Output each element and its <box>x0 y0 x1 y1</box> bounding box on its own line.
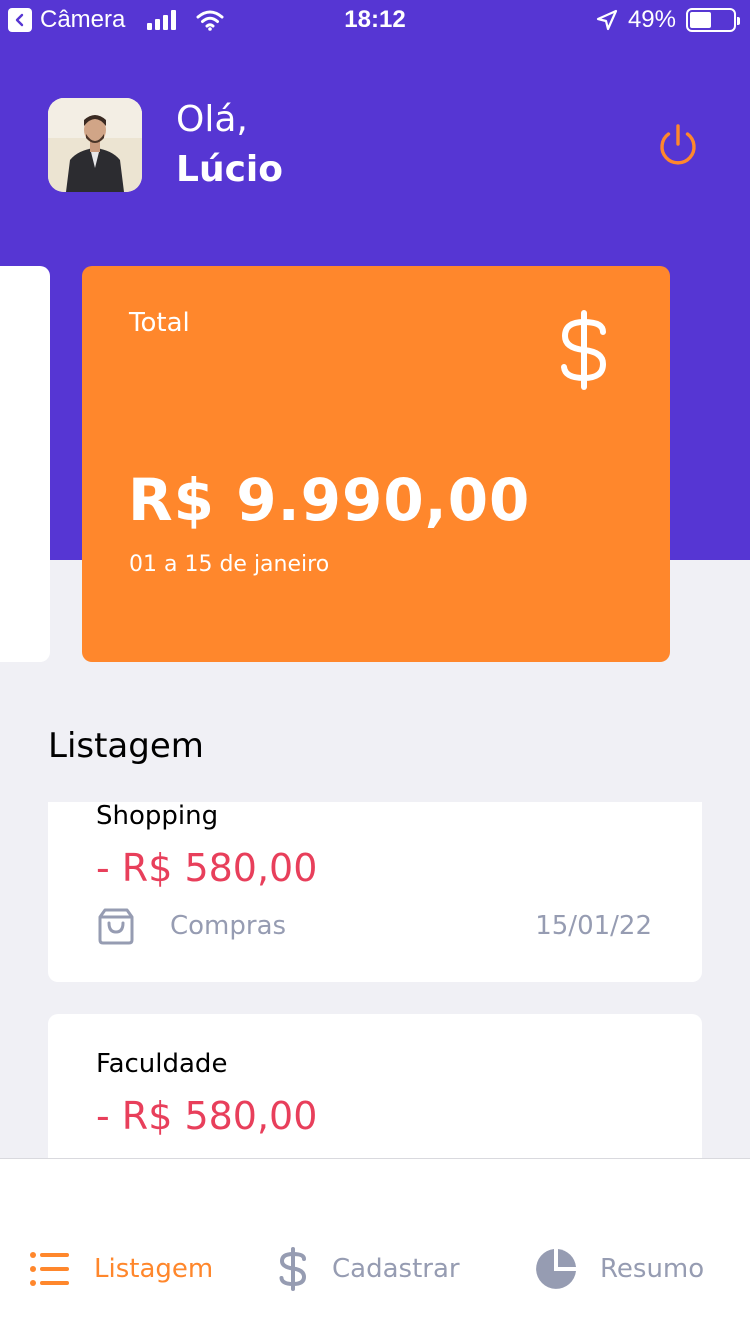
listing-title: Listagem <box>48 726 204 766</box>
battery-percent: 49% <box>627 6 676 33</box>
location-arrow-icon <box>596 9 618 31</box>
user-name: Lúcio <box>176 149 283 190</box>
dollar-sign-icon <box>561 310 607 390</box>
battery-icon <box>686 8 740 32</box>
transaction-title: Shopping <box>96 802 219 831</box>
tab-resumo[interactable]: Resumo <box>534 1247 704 1291</box>
dollar-sign-icon <box>279 1247 307 1291</box>
transaction-category: Compras <box>170 911 287 941</box>
tab-cadastrar[interactable]: Cadastrar <box>276 1247 460 1291</box>
tab-label: Listagem <box>94 1254 214 1284</box>
bottom-tab-bar: Listagem Cadastrar Resumo <box>0 1158 750 1334</box>
list-icon <box>30 1252 69 1286</box>
tab-label: Resumo <box>600 1254 705 1284</box>
tab-listagem[interactable]: Listagem <box>28 1247 213 1291</box>
user-photo <box>48 98 142 192</box>
highlight-card-period: 01 a 15 de janeiro <box>129 552 330 577</box>
transaction-amount: - R$ 580,00 <box>96 1094 318 1138</box>
pie-chart-icon <box>536 1249 576 1289</box>
tab-label: Cadastrar <box>332 1254 460 1284</box>
highlight-card-title: Total <box>129 308 190 338</box>
transaction-card[interactable]: Faculdade - R$ 580,00 <box>48 1014 702 1158</box>
avatar[interactable] <box>48 98 142 192</box>
battery-level <box>690 12 711 28</box>
highlight-card-previous[interactable] <box>0 266 50 662</box>
highlight-card-amount: R$ 9.990,00 <box>128 466 531 534</box>
transaction-date: 15/01/22 <box>535 911 652 941</box>
status-bar: Câmera 18:12 49% <box>0 0 750 40</box>
transaction-card[interactable]: Shopping - R$ 580,00 Compras 15/01/22 <box>48 802 702 982</box>
greeting-text: Olá, <box>176 99 248 140</box>
highlight-card-total[interactable]: Total R$ 9.990,00 01 a 15 de janeiro <box>82 266 670 662</box>
power-icon[interactable] <box>654 122 702 170</box>
transaction-amount: - R$ 580,00 <box>96 846 318 890</box>
transaction-list[interactable]: Shopping - R$ 580,00 Compras 15/01/22 Fa… <box>48 802 702 1158</box>
transaction-title: Faculdade <box>96 1049 228 1079</box>
shopping-bag-icon <box>98 908 134 945</box>
